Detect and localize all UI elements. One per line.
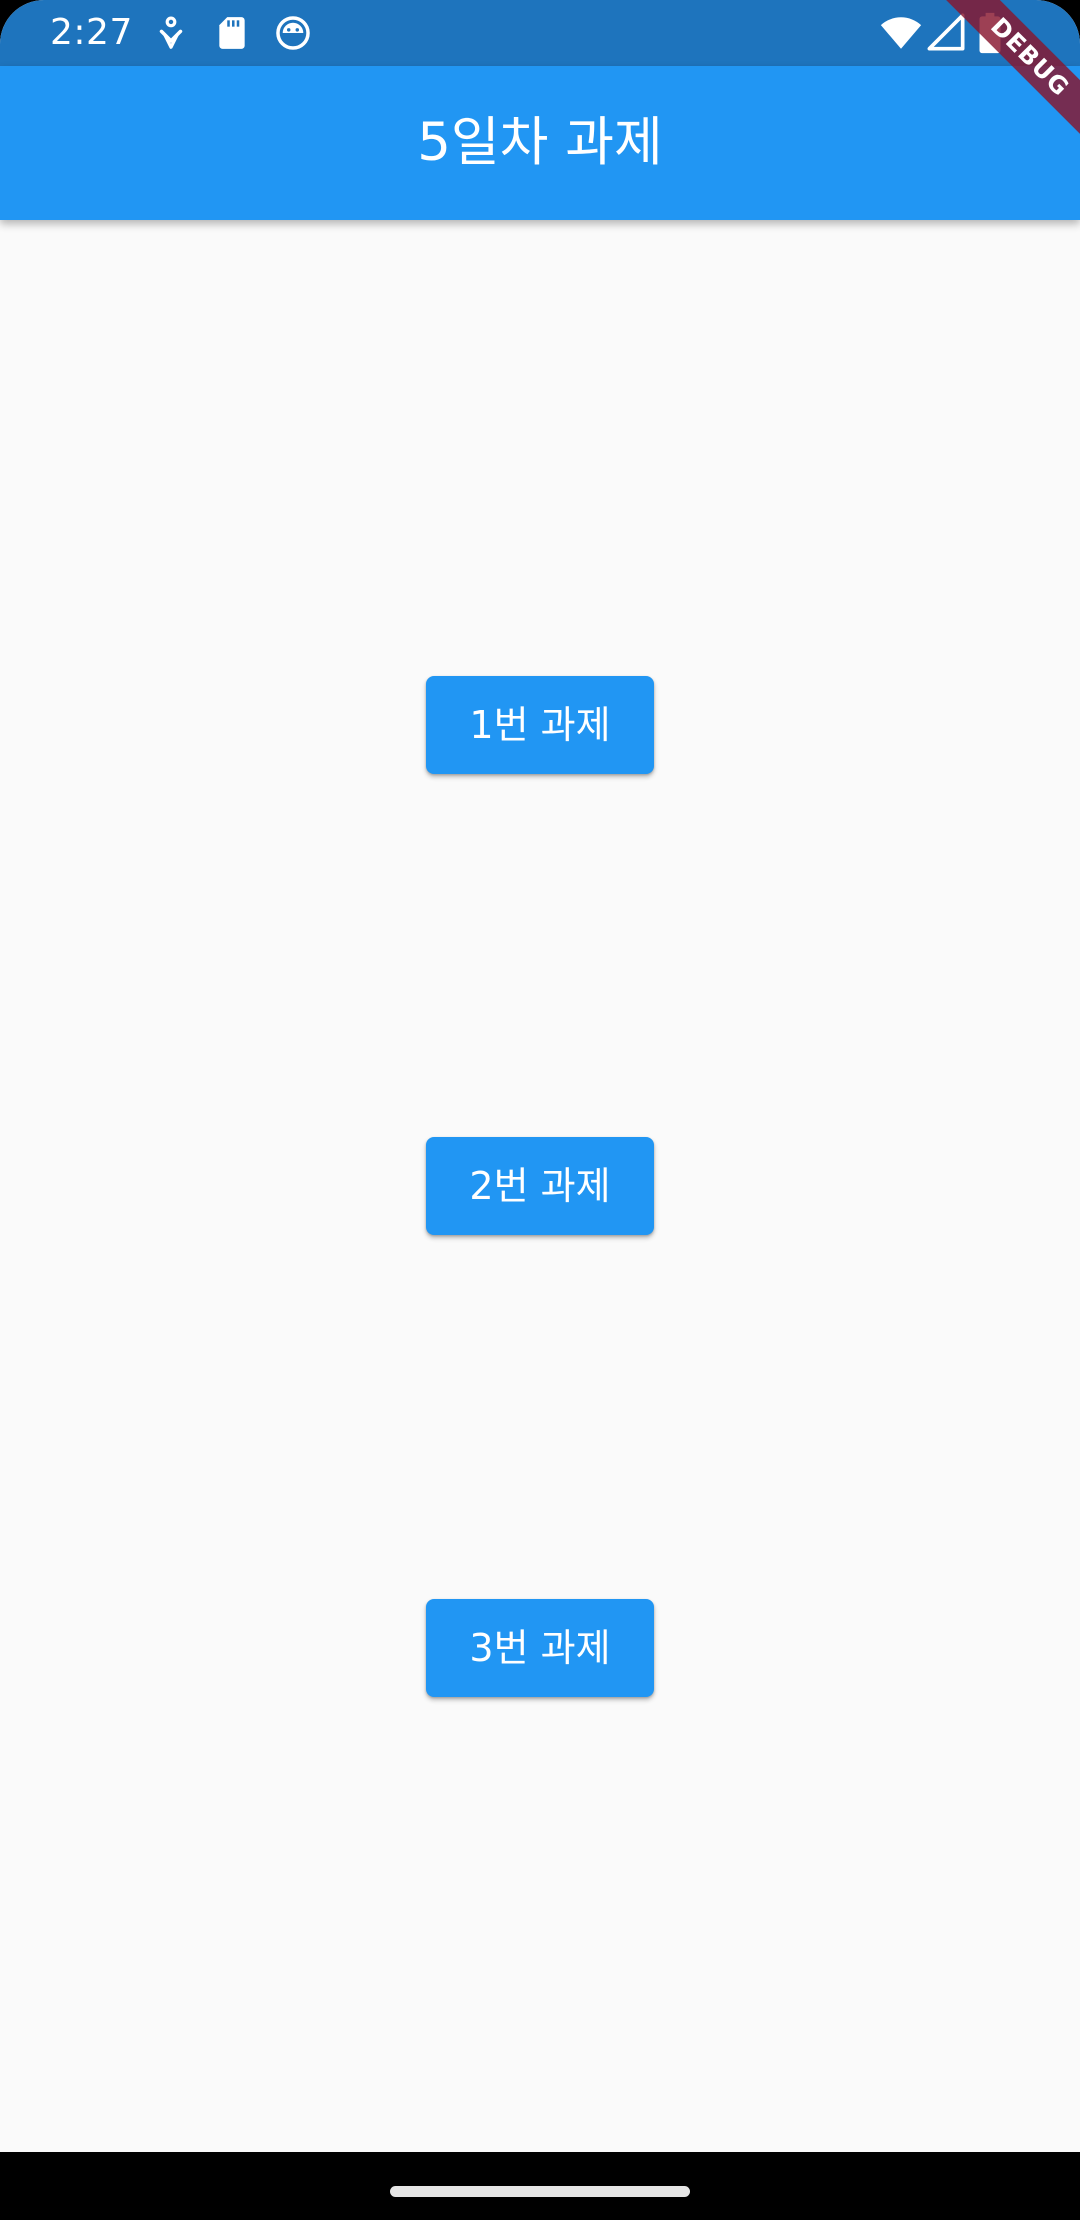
status-bar: 2:27 xyxy=(0,0,1080,66)
home-gesture-handle[interactable] xyxy=(390,2186,690,2197)
app-bar: 5일차 과제 xyxy=(0,66,1080,220)
signal-icon xyxy=(927,13,965,51)
status-time: 2:27 xyxy=(50,12,133,53)
face-icon xyxy=(276,16,310,50)
navigation-bar xyxy=(0,2152,1080,2220)
tasks-icon xyxy=(159,16,183,49)
task-2-button[interactable]: 2번 과제 xyxy=(426,1137,654,1235)
task-3-button[interactable]: 3번 과제 xyxy=(426,1599,654,1697)
wifi-icon xyxy=(880,17,922,49)
task-1-button[interactable]: 1번 과제 xyxy=(426,676,654,774)
sd-card-icon xyxy=(219,17,245,49)
page-title: 5일차 과제 xyxy=(417,112,663,173)
app-screen: 2:27 5일차 과제 DEBUG 1번 과제 2번 과제 3번 과제 xyxy=(0,0,1080,2220)
